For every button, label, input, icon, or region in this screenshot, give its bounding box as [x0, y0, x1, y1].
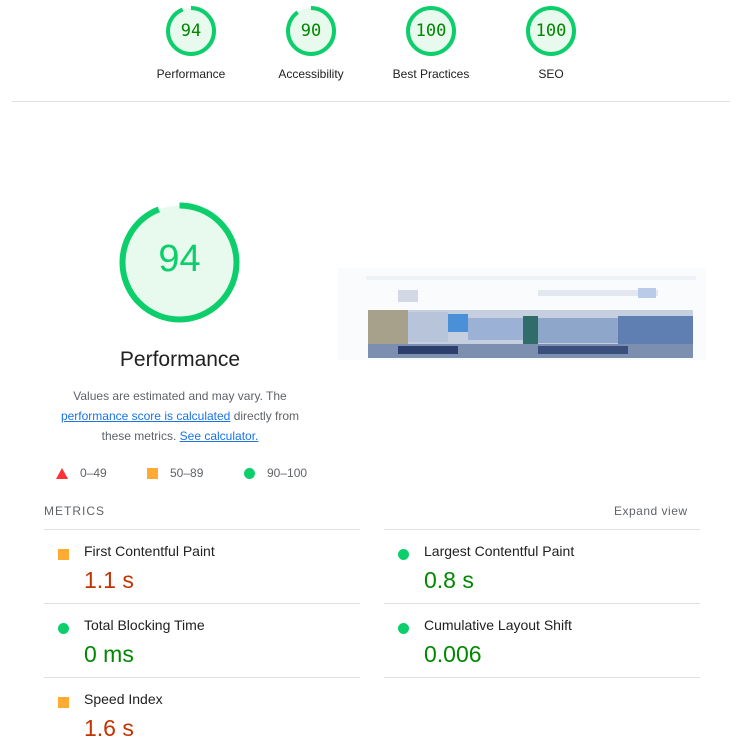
metric-name: Speed Index: [84, 691, 163, 707]
metric-value: 1.1 s: [84, 567, 134, 593]
gauge-label: SEO: [538, 67, 564, 81]
metrics-heading: METRICS: [44, 504, 105, 518]
gauge-score: 94: [180, 21, 202, 41]
metric-value: 0 ms: [84, 641, 134, 667]
gauge-ring: 90: [285, 5, 337, 57]
legend-fail: 0–49: [56, 465, 107, 481]
score-calculated-link[interactable]: performance score is calculated: [61, 409, 230, 423]
gauge-score: 90: [300, 21, 322, 41]
desc-prefix: Values are estimated and may vary. The: [73, 389, 287, 403]
gauge-best-practices[interactable]: 100 Best Practices: [376, 5, 486, 81]
gauge-accessibility[interactable]: 90 Accessibility: [256, 5, 366, 81]
metric-value: 0.006: [424, 641, 482, 667]
performance-gauge: 94: [117, 200, 242, 325]
legend-average-label: 50–89: [170, 466, 204, 480]
metric-speed-index: Speed Index 1.6 s: [58, 691, 358, 745]
metric-name: Largest Contentful Paint: [424, 543, 575, 559]
metric-name: Total Blocking Time: [84, 617, 205, 633]
metric-name: First Contentful Paint: [84, 543, 215, 559]
gauge-ring: 94: [165, 5, 217, 57]
circle-icon: [58, 623, 69, 634]
gauge-score: 100: [415, 21, 447, 41]
circle-icon: [398, 623, 409, 634]
metric-divider: [44, 529, 360, 530]
metric-name: Cumulative Layout Shift: [424, 617, 572, 633]
circle-icon: [244, 468, 255, 480]
final-screenshot[interactable]: [338, 268, 706, 360]
gauge-label: Performance: [156, 67, 226, 81]
square-icon: [58, 549, 69, 560]
legend-average: 50–89: [147, 465, 203, 481]
gauge-seo[interactable]: 100 SEO: [496, 5, 606, 81]
gauge-ring: 100: [405, 5, 457, 57]
legend-pass-label: 90–100: [267, 466, 308, 480]
metric-divider: [384, 529, 700, 530]
triangle-icon: [56, 468, 68, 480]
gauge-label: Accessibility: [278, 67, 344, 81]
square-icon: [58, 697, 69, 708]
summary-divider: [12, 101, 730, 102]
see-calculator-link[interactable]: See calculator.: [180, 429, 259, 443]
gauge-label: Best Practices: [392, 67, 470, 81]
performance-title: Performance: [119, 348, 241, 371]
metric-value: 1.6 s: [84, 715, 134, 741]
metric-value: 0.8 s: [424, 567, 474, 593]
performance-description: Values are estimated and may vary. The p…: [50, 386, 310, 446]
legend-fail-label: 0–49: [80, 466, 107, 480]
metric-divider: [44, 677, 360, 678]
legend-pass: 90–100: [244, 465, 307, 481]
metric-divider: [384, 603, 700, 604]
metric-divider: [384, 677, 700, 678]
performance-score: 94: [158, 238, 201, 280]
gauge-score: 100: [535, 21, 567, 41]
expand-view-button[interactable]: Expand view: [614, 504, 688, 518]
gauge-performance[interactable]: 94 Performance: [136, 5, 246, 81]
metric-divider: [44, 603, 360, 604]
category-summary: 94 Performance 90 Accessibility 100 Best…: [0, 0, 748, 100]
circle-icon: [398, 549, 409, 560]
gauge-ring: 100: [525, 5, 577, 57]
square-icon: [147, 468, 158, 480]
